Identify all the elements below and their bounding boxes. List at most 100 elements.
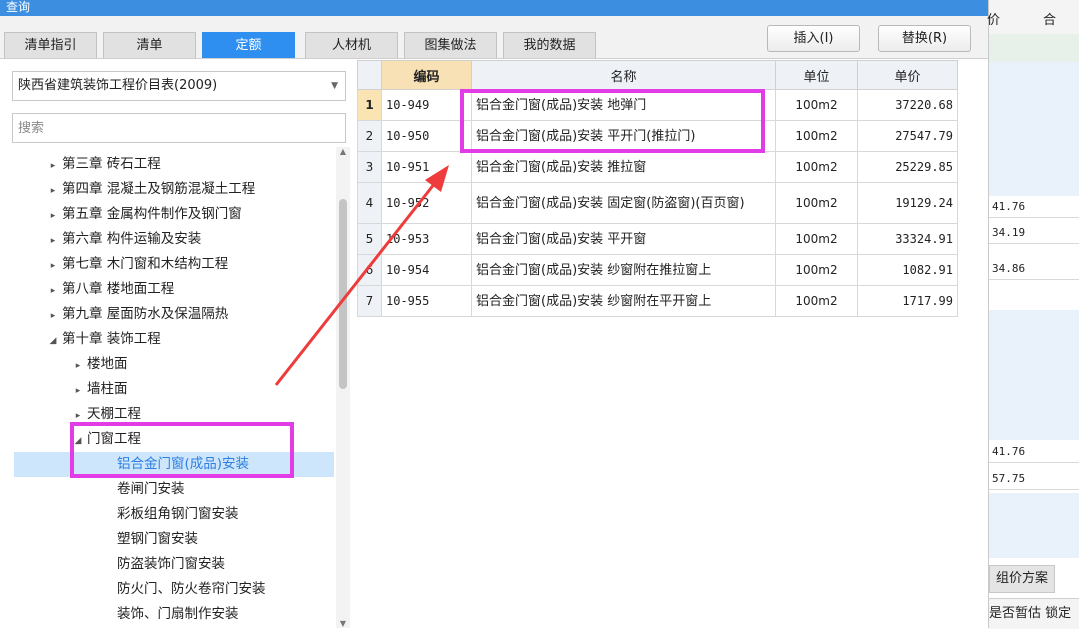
tab-bill[interactable]: 清单 (103, 32, 196, 58)
collapse-arrow-icon[interactable]: ◢ (44, 329, 62, 354)
expand-arrow-icon[interactable]: ▸ (44, 179, 62, 204)
tree-item[interactable]: ▸ 楼地面 (69, 352, 128, 377)
code-column-header[interactable]: 编码 (381, 60, 472, 90)
search-input[interactable] (12, 113, 346, 143)
table-row[interactable]: 5 10-953 铝合金门窗(成品)安装 平开窗 100m2 33324.91 (357, 223, 958, 255)
code-cell[interactable]: 10-950 (381, 120, 472, 152)
expand-arrow-icon[interactable]: ▸ (69, 354, 87, 379)
code-cell[interactable]: 10-954 (381, 254, 472, 286)
price-cell[interactable]: 37220.68 (857, 89, 958, 121)
row-number: 5 (357, 223, 382, 255)
price-cell[interactable]: 27547.79 (857, 120, 958, 152)
table-row[interactable]: 7 10-955 铝合金门窗(成品)安装 纱窗附在平开窗上 100m2 1717… (357, 285, 958, 317)
scroll-down-icon[interactable]: ▼ (336, 619, 350, 628)
tree-item[interactable]: 防火门、防火卷帘门安装 (117, 577, 266, 602)
name-cell[interactable]: 铝合金门窗(成品)安装 纱窗附在推拉窗上 (471, 254, 776, 286)
tab-my-data[interactable]: 我的数据 (503, 32, 596, 58)
tree-item[interactable]: ▸ 第三章 砖石工程 (44, 152, 161, 177)
tree-item[interactable]: ▸ 天棚工程 (69, 402, 141, 427)
unit-cell[interactable]: 100m2 (775, 254, 858, 286)
tab-quota[interactable]: 定额 (202, 32, 295, 58)
insert-button[interactable]: 插入(I) (767, 25, 860, 52)
expand-arrow-icon[interactable]: ▸ (44, 229, 62, 254)
tab-labor-material-machine[interactable]: 人材机 (305, 32, 398, 58)
name-cell[interactable]: 铝合金门窗(成品)安装 固定窗(防盗窗)(百页窗) (471, 182, 776, 224)
background-header-price: 价 (987, 13, 1001, 28)
name-cell[interactable]: 铝合金门窗(成品)安装 平开门(推拉门) (471, 120, 776, 152)
library-select-value: 陕西省建筑装饰工程价目表(2009) (18, 78, 218, 93)
chevron-down-icon: ▼ (331, 81, 338, 91)
expand-arrow-icon[interactable]: ▸ (44, 279, 62, 304)
tree-item[interactable]: ▸ 第八章 楼地面工程 (44, 277, 175, 304)
tree-item[interactable]: ▸ 第七章 木门窗和木结构工程 (44, 252, 229, 279)
collapse-arrow-icon[interactable]: ◢ (69, 429, 87, 454)
background-cell: 41.76 (989, 196, 1079, 218)
table-row[interactable]: 6 10-954 铝合金门窗(成品)安装 纱窗附在推拉窗上 100m2 1082… (357, 254, 958, 286)
tree-item[interactable]: 装饰、门扇制作安装 (117, 602, 239, 627)
scroll-up-icon[interactable]: ▲ (336, 147, 350, 156)
name-column-header[interactable]: 名称 (471, 60, 776, 90)
tree-item[interactable]: 彩板组角钢门窗安装 (117, 502, 239, 527)
unit-cell[interactable]: 100m2 (775, 89, 858, 121)
unit-column-header[interactable]: 单位 (775, 60, 858, 90)
left-panel: 陕西省建筑装饰工程价目表(2009) ▼ ▸第三章 砖石工程 ▸第四章 混凝土及… (0, 59, 356, 628)
tree-item[interactable]: ▸ 墙柱面 (69, 377, 128, 402)
price-cell[interactable]: 1717.99 (857, 285, 958, 317)
unit-cell[interactable]: 100m2 (775, 285, 858, 317)
expand-arrow-icon[interactable]: ▸ (69, 379, 87, 404)
tree-item[interactable]: 塑钢门窗安装 (117, 527, 198, 552)
table-row[interactable]: 1 10-949 铝合金门窗(成品)安装 地弹门 100m2 37220.68 (357, 89, 958, 121)
table-row[interactable]: 3 10-951 铝合金门窗(成品)安装 推拉窗 100m2 25229.85 (357, 151, 958, 183)
table-row[interactable]: 4 10-952 铝合金门窗(成品)安装 固定窗(防盗窗)(百页窗) 100m2… (357, 182, 958, 224)
code-cell[interactable]: 10-952 (381, 182, 472, 224)
unit-cell[interactable]: 100m2 (775, 223, 858, 255)
tree-item[interactable]: ▸ 第六章 构件运输及安装 (44, 227, 202, 254)
quota-table: 编码 名称 单位 单价 1 10-949 铝合金门窗(成品)安装 地弹门 100… (357, 60, 958, 317)
tree-item[interactable]: ◢ 第十章 装饰工程 (44, 327, 161, 352)
price-cell[interactable]: 1082.91 (857, 254, 958, 286)
tree-item[interactable]: 卷闸门安装 (117, 477, 185, 502)
code-cell[interactable]: 10-951 (381, 151, 472, 183)
tab-bill-guide[interactable]: 清单指引 (4, 32, 97, 58)
tree-item-doors-windows[interactable]: ◢ 门窗工程 (69, 427, 141, 452)
unit-cell[interactable]: 100m2 (775, 151, 858, 183)
scrollbar-thumb[interactable] (339, 199, 347, 389)
expand-arrow-icon[interactable]: ▸ (69, 404, 87, 429)
tree-item[interactable]: 防盗装饰门窗安装 (117, 552, 225, 577)
background-cell: 41.76 (989, 441, 1079, 463)
expand-arrow-icon[interactable]: ▸ (44, 254, 62, 279)
unit-cell[interactable]: 100m2 (775, 182, 858, 224)
row-number: 2 (357, 120, 382, 152)
code-cell[interactable]: 10-953 (381, 223, 472, 255)
tree-item[interactable]: ▸ 第四章 混凝土及钢筋混凝土工程 (44, 177, 256, 204)
name-cell[interactable]: 铝合金门窗(成品)安装 推拉窗 (471, 151, 776, 183)
tree-item[interactable]: ▸ 第五章 金属构件制作及钢门窗 (44, 202, 242, 227)
expand-arrow-icon[interactable]: ▸ (44, 154, 62, 179)
replace-button[interactable]: 替换(R) (878, 25, 971, 52)
tree-item-aluminum-doors-windows[interactable]: 铝合金门窗(成品)安装 (14, 452, 334, 477)
pricing-scheme-tab[interactable]: 组价方案 (989, 565, 1055, 593)
price-cell[interactable]: 25229.85 (857, 151, 958, 183)
table-row[interactable]: 2 10-950 铝合金门窗(成品)安装 平开门(推拉门) 100m2 2754… (357, 120, 958, 152)
background-cell: 34.86 (989, 258, 1079, 280)
library-select[interactable]: 陕西省建筑装饰工程价目表(2009) ▼ (12, 71, 346, 101)
expand-arrow-icon[interactable]: ▸ (44, 204, 62, 229)
tree-scrollbar[interactable]: ▲ ▼ (336, 147, 350, 628)
price-cell[interactable]: 19129.24 (857, 182, 958, 224)
code-cell[interactable]: 10-955 (381, 285, 472, 317)
unit-cell[interactable]: 100m2 (775, 120, 858, 152)
tab-atlas-method[interactable]: 图集做法 (404, 32, 497, 58)
name-cell[interactable]: 铝合金门窗(成品)安装 地弹门 (471, 89, 776, 121)
price-cell[interactable]: 33324.91 (857, 223, 958, 255)
background-blue-area (989, 62, 1079, 196)
name-cell[interactable]: 铝合金门窗(成品)安装 纱窗附在平开窗上 (471, 285, 776, 317)
tab-bar: 清单指引 清单 定额 人材机 图集做法 我的数据 插入(I) 替换(R) (0, 16, 988, 59)
background-blue-area (989, 310, 1079, 440)
tree-item[interactable]: ▸ 第九章 屋面防水及保温隔热 (44, 302, 229, 329)
background-pricing-panel: 价 合 41.76 34.19 34.86 41.76 57.75 组价方案 是… (987, 0, 1079, 629)
name-cell[interactable]: 铝合金门窗(成品)安装 平开窗 (471, 223, 776, 255)
query-dialog: 清单指引 清单 定额 人材机 图集做法 我的数据 插入(I) 替换(R) 陕西省… (0, 16, 988, 628)
code-cell[interactable]: 10-949 (381, 89, 472, 121)
expand-arrow-icon[interactable]: ▸ (44, 304, 62, 329)
price-column-header[interactable]: 单价 (857, 60, 958, 90)
